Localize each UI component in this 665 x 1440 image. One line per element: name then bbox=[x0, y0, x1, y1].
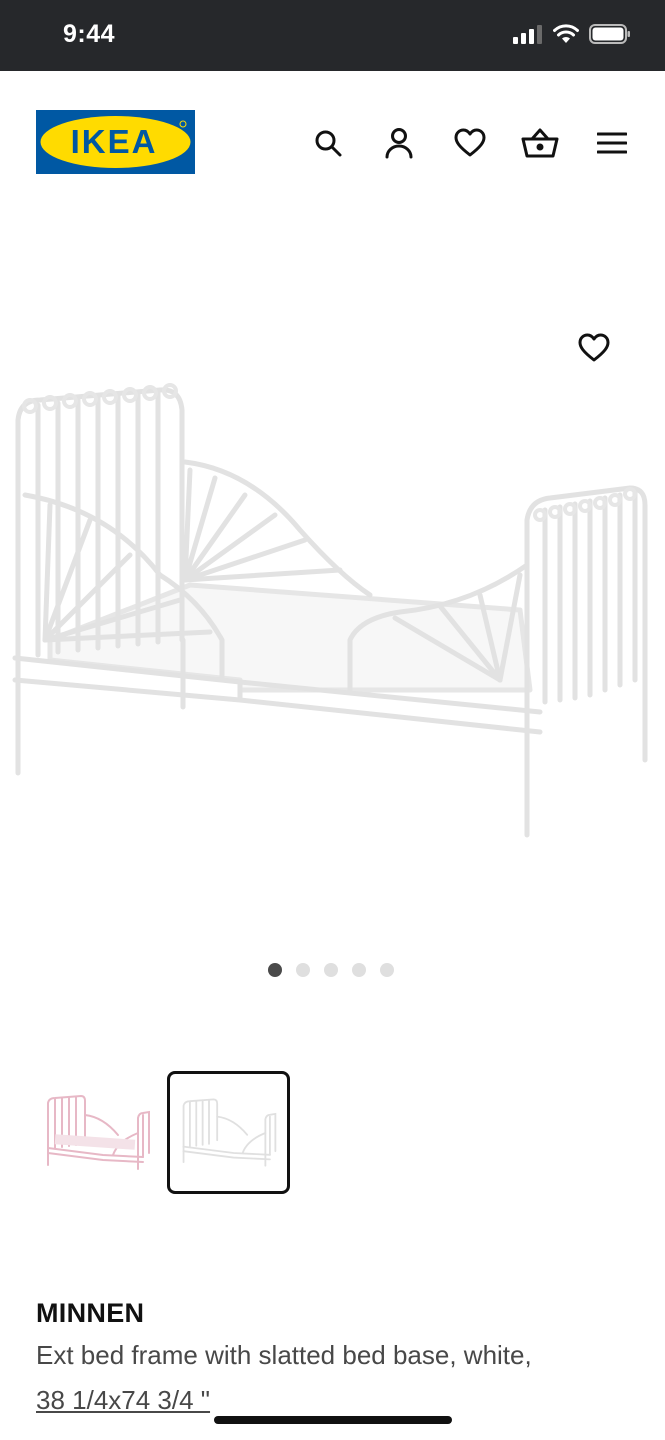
variant-thumbnail-white[interactable] bbox=[167, 1071, 290, 1194]
white-bed-thumbnail-image bbox=[182, 1097, 276, 1167]
variant-thumbnail-pink[interactable] bbox=[36, 1071, 159, 1194]
site-header: IKEA bbox=[0, 71, 665, 221]
carousel-dot[interactable] bbox=[268, 963, 282, 977]
shopping-basket-icon bbox=[521, 128, 559, 158]
wifi-icon bbox=[553, 24, 579, 43]
battery-icon bbox=[589, 24, 630, 44]
shopping-basket-button[interactable] bbox=[520, 123, 560, 163]
status-icons bbox=[513, 24, 631, 44]
wishlist-button[interactable] bbox=[450, 123, 490, 163]
product-description: Ext bed frame with slatted bed base, whi… bbox=[36, 1340, 532, 1370]
carousel-dot[interactable] bbox=[296, 963, 310, 977]
search-icon bbox=[315, 130, 342, 157]
heart-outline-icon bbox=[578, 333, 610, 362]
search-button[interactable] bbox=[308, 123, 348, 163]
favorite-button[interactable] bbox=[574, 328, 614, 368]
wishlist-heart-icon bbox=[454, 128, 486, 157]
ikea-logo[interactable]: IKEA bbox=[36, 110, 195, 174]
status-time: 9:44 bbox=[63, 20, 116, 48]
product-name: MINNEN bbox=[36, 1298, 145, 1328]
carousel-dot[interactable] bbox=[380, 963, 394, 977]
product-size-link[interactable]: 38 1/4x74 3/4 " bbox=[36, 1385, 210, 1416]
signal-icon bbox=[513, 25, 542, 44]
hamburger-menu-icon bbox=[597, 132, 627, 154]
menu-button[interactable] bbox=[592, 123, 632, 163]
pink-bed-thumbnail-image bbox=[46, 1094, 150, 1170]
product-image-white-bed bbox=[12, 383, 648, 838]
status-bar: 9:44 bbox=[0, 0, 665, 71]
carousel-pagination bbox=[268, 963, 394, 977]
home-indicator[interactable] bbox=[214, 1416, 452, 1424]
carousel-dot[interactable] bbox=[352, 963, 366, 977]
account-icon bbox=[385, 128, 413, 159]
account-button[interactable] bbox=[379, 123, 419, 163]
svg-text:IKEA: IKEA bbox=[71, 123, 158, 160]
carousel-dot[interactable] bbox=[324, 963, 338, 977]
product-image-carousel[interactable] bbox=[0, 220, 665, 960]
